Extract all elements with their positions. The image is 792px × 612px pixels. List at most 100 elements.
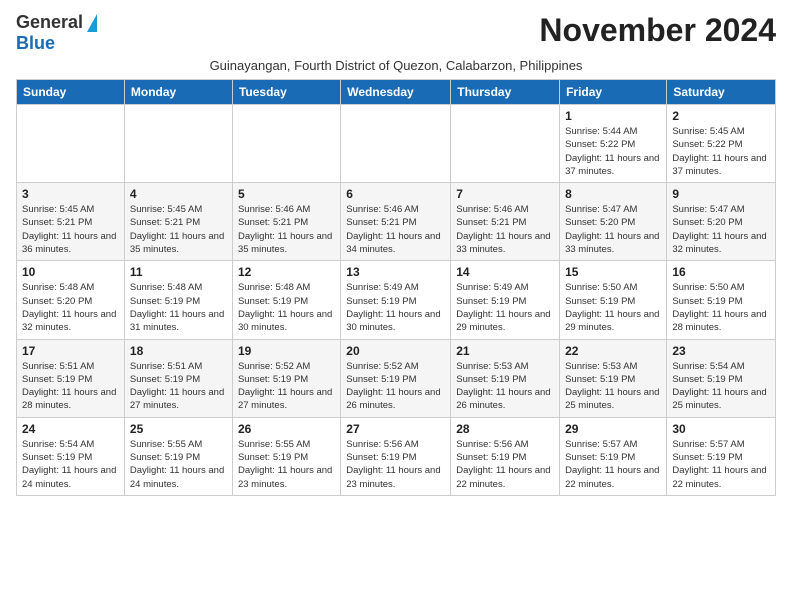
calendar-cell: 21 Sunrise: 5:53 AM Sunset: 5:19 PM Dayli… bbox=[451, 339, 560, 417]
day-number: 26 bbox=[238, 422, 335, 436]
calendar-cell: 20Sunrise: 5:52 AM Sunset: 5:19 PM Dayli… bbox=[341, 339, 451, 417]
day-info: Sunrise: 5:50 AM Sunset: 5:19 PM Dayligh… bbox=[565, 281, 661, 334]
calendar-cell: 14 Sunrise: 5:49 AM Sunset: 5:19 PM Dayli… bbox=[451, 261, 560, 339]
col-sunday: Sunday bbox=[17, 80, 125, 105]
day-info: Sunrise: 5:53 AM Sunset: 5:19 PM Dayligh… bbox=[456, 360, 554, 413]
day-info: Sunrise: 5:49 AM Sunset: 5:19 PM Dayligh… bbox=[456, 281, 554, 334]
calendar-cell bbox=[232, 105, 340, 183]
calendar-cell: 26 Sunrise: 5:55 AM Sunset: 5:19 PM Dayli… bbox=[232, 417, 340, 495]
day-info: Sunrise: 5:54 AM Sunset: 5:19 PM Dayligh… bbox=[672, 360, 770, 413]
calendar-cell: 4 Sunrise: 5:45 AM Sunset: 5:21 PM Daylig… bbox=[124, 183, 232, 261]
calendar-cell: 12 Sunrise: 5:48 AM Sunset: 5:19 PM Dayli… bbox=[232, 261, 340, 339]
calendar-week-4: 17Sunrise: 5:51 AM Sunset: 5:19 PM Dayli… bbox=[17, 339, 776, 417]
month-title: November 2024 bbox=[539, 12, 776, 49]
col-friday: Friday bbox=[560, 80, 667, 105]
day-info: Sunrise: 5:54 AM Sunset: 5:19 PM Dayligh… bbox=[22, 438, 119, 491]
day-info: Sunrise: 5:45 AM Sunset: 5:22 PM Dayligh… bbox=[672, 125, 770, 178]
calendar-week-2: 3 Sunrise: 5:45 AM Sunset: 5:21 PM Daylig… bbox=[17, 183, 776, 261]
calendar-cell: 1 Sunrise: 5:44 AM Sunset: 5:22 PM Daylig… bbox=[560, 105, 667, 183]
calendar-cell: 10 Sunrise: 5:48 AM Sunset: 5:20 PM Dayli… bbox=[17, 261, 125, 339]
day-number: 4 bbox=[130, 187, 227, 201]
day-info: Sunrise: 5:46 AM Sunset: 5:21 PM Dayligh… bbox=[346, 203, 445, 256]
calendar-cell: 13Sunrise: 5:49 AM Sunset: 5:19 PM Dayli… bbox=[341, 261, 451, 339]
calendar-cell: 17Sunrise: 5:51 AM Sunset: 5:19 PM Dayli… bbox=[17, 339, 125, 417]
day-number: 7 bbox=[456, 187, 554, 201]
day-info: Sunrise: 5:48 AM Sunset: 5:20 PM Dayligh… bbox=[22, 281, 119, 334]
calendar-table: Sunday Monday Tuesday Wednesday Thursday… bbox=[16, 79, 776, 496]
day-number: 9 bbox=[672, 187, 770, 201]
day-info: Sunrise: 5:49 AM Sunset: 5:19 PM Dayligh… bbox=[346, 281, 445, 334]
col-thursday: Thursday bbox=[451, 80, 560, 105]
header-row: Sunday Monday Tuesday Wednesday Thursday… bbox=[17, 80, 776, 105]
col-wednesday: Wednesday bbox=[341, 80, 451, 105]
calendar-cell: 8Sunrise: 5:47 AM Sunset: 5:20 PM Daylig… bbox=[560, 183, 667, 261]
day-number: 14 bbox=[456, 265, 554, 279]
calendar-cell: 16 Sunrise: 5:50 AM Sunset: 5:19 PM Dayli… bbox=[667, 261, 776, 339]
day-number: 29 bbox=[565, 422, 661, 436]
calendar-cell: 28 Sunrise: 5:56 AM Sunset: 5:19 PM Dayli… bbox=[451, 417, 560, 495]
day-number: 5 bbox=[238, 187, 335, 201]
day-info: Sunrise: 5:48 AM Sunset: 5:19 PM Dayligh… bbox=[130, 281, 227, 334]
calendar-week-5: 24 Sunrise: 5:54 AM Sunset: 5:19 PM Dayli… bbox=[17, 417, 776, 495]
day-info: Sunrise: 5:48 AM Sunset: 5:19 PM Dayligh… bbox=[238, 281, 335, 334]
day-number: 30 bbox=[672, 422, 770, 436]
header: General Blue November 2024 bbox=[16, 12, 776, 54]
day-number: 3 bbox=[22, 187, 119, 201]
calendar-cell: 7 Sunrise: 5:46 AM Sunset: 5:21 PM Daylig… bbox=[451, 183, 560, 261]
calendar-cell: 18 Sunrise: 5:51 AM Sunset: 5:19 PM Dayli… bbox=[124, 339, 232, 417]
day-number: 21 bbox=[456, 344, 554, 358]
logo-blue-text: Blue bbox=[16, 33, 55, 54]
calendar-cell bbox=[17, 105, 125, 183]
day-number: 20 bbox=[346, 344, 445, 358]
col-monday: Monday bbox=[124, 80, 232, 105]
calendar-cell: 3 Sunrise: 5:45 AM Sunset: 5:21 PM Daylig… bbox=[17, 183, 125, 261]
calendar-cell: 9 Sunrise: 5:47 AM Sunset: 5:20 PM Daylig… bbox=[667, 183, 776, 261]
day-number: 11 bbox=[130, 265, 227, 279]
day-number: 23 bbox=[672, 344, 770, 358]
col-tuesday: Tuesday bbox=[232, 80, 340, 105]
day-info: Sunrise: 5:51 AM Sunset: 5:19 PM Dayligh… bbox=[130, 360, 227, 413]
day-number: 15 bbox=[565, 265, 661, 279]
day-number: 6 bbox=[346, 187, 445, 201]
calendar-cell: 25 Sunrise: 5:55 AM Sunset: 5:19 PM Dayli… bbox=[124, 417, 232, 495]
day-number: 8 bbox=[565, 187, 661, 201]
day-info: Sunrise: 5:57 AM Sunset: 5:19 PM Dayligh… bbox=[672, 438, 770, 491]
day-number: 22 bbox=[565, 344, 661, 358]
day-number: 18 bbox=[130, 344, 227, 358]
logo-triangle-icon bbox=[87, 14, 97, 32]
day-number: 19 bbox=[238, 344, 335, 358]
day-info: Sunrise: 5:45 AM Sunset: 5:21 PM Dayligh… bbox=[22, 203, 119, 256]
calendar-cell: 22Sunrise: 5:53 AM Sunset: 5:19 PM Dayli… bbox=[560, 339, 667, 417]
day-number: 24 bbox=[22, 422, 119, 436]
day-number: 28 bbox=[456, 422, 554, 436]
day-number: 10 bbox=[22, 265, 119, 279]
day-info: Sunrise: 5:57 AM Sunset: 5:19 PM Dayligh… bbox=[565, 438, 661, 491]
day-number: 1 bbox=[565, 109, 661, 123]
calendar-cell bbox=[341, 105, 451, 183]
day-info: Sunrise: 5:50 AM Sunset: 5:19 PM Dayligh… bbox=[672, 281, 770, 334]
day-info: Sunrise: 5:46 AM Sunset: 5:21 PM Dayligh… bbox=[456, 203, 554, 256]
calendar-cell bbox=[124, 105, 232, 183]
calendar-page: General Blue November 2024 Guinayangan, … bbox=[0, 0, 792, 612]
day-info: Sunrise: 5:45 AM Sunset: 5:21 PM Dayligh… bbox=[130, 203, 227, 256]
day-info: Sunrise: 5:51 AM Sunset: 5:19 PM Dayligh… bbox=[22, 360, 119, 413]
day-number: 16 bbox=[672, 265, 770, 279]
day-number: 27 bbox=[346, 422, 445, 436]
day-info: Sunrise: 5:56 AM Sunset: 5:19 PM Dayligh… bbox=[346, 438, 445, 491]
calendar-cell: 29 Sunrise: 5:57 AM Sunset: 5:19 PM Dayli… bbox=[560, 417, 667, 495]
day-info: Sunrise: 5:55 AM Sunset: 5:19 PM Dayligh… bbox=[238, 438, 335, 491]
day-info: Sunrise: 5:55 AM Sunset: 5:19 PM Dayligh… bbox=[130, 438, 227, 491]
day-info: Sunrise: 5:47 AM Sunset: 5:20 PM Dayligh… bbox=[672, 203, 770, 256]
calendar-cell: 5Sunrise: 5:46 AM Sunset: 5:21 PM Daylig… bbox=[232, 183, 340, 261]
day-info: Sunrise: 5:44 AM Sunset: 5:22 PM Dayligh… bbox=[565, 125, 661, 178]
calendar-cell: 2Sunrise: 5:45 AM Sunset: 5:22 PM Daylig… bbox=[667, 105, 776, 183]
day-number: 12 bbox=[238, 265, 335, 279]
calendar-week-1: 1 Sunrise: 5:44 AM Sunset: 5:22 PM Daylig… bbox=[17, 105, 776, 183]
calendar-cell bbox=[451, 105, 560, 183]
day-number: 25 bbox=[130, 422, 227, 436]
day-info: Sunrise: 5:56 AM Sunset: 5:19 PM Dayligh… bbox=[456, 438, 554, 491]
logo-general-text: General bbox=[16, 12, 83, 33]
calendar-cell: 19Sunrise: 5:52 AM Sunset: 5:19 PM Dayli… bbox=[232, 339, 340, 417]
subtitle: Guinayangan, Fourth District of Quezon, … bbox=[16, 58, 776, 73]
calendar-cell: 30 Sunrise: 5:57 AM Sunset: 5:19 PM Dayli… bbox=[667, 417, 776, 495]
